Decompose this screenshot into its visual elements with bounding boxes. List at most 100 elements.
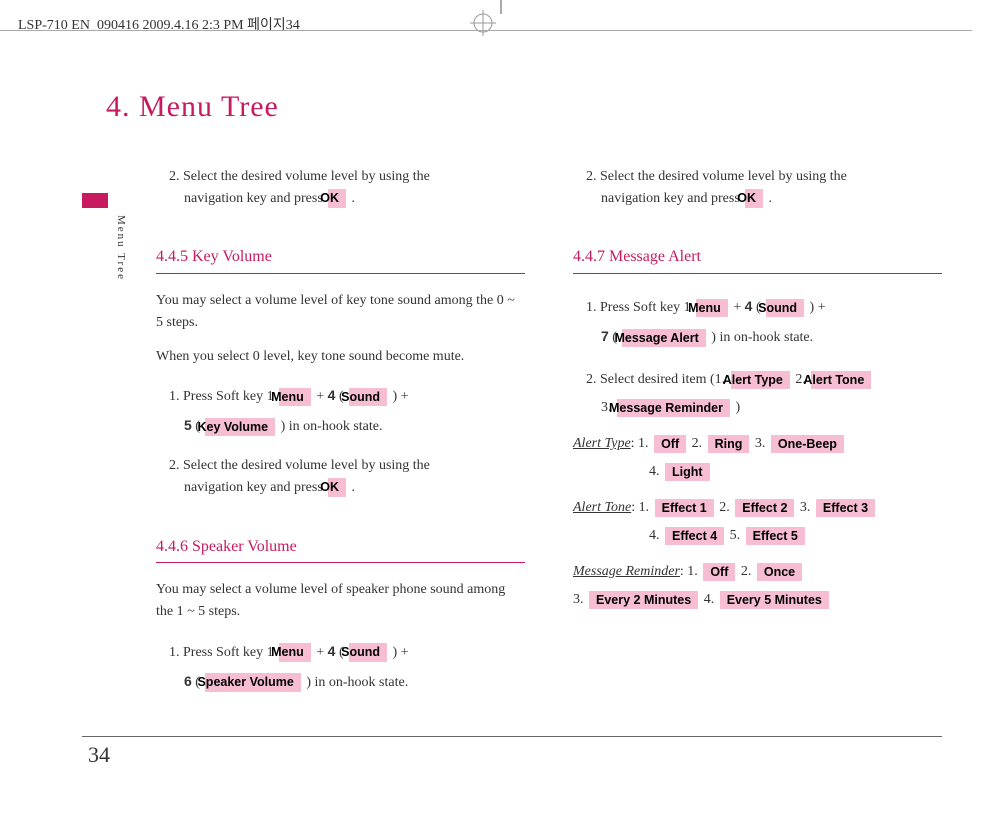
alert-type-button-label: Alert Type <box>731 371 790 390</box>
options-line: Message Reminder: 1. Off 2. Once 3. Ever… <box>573 558 942 614</box>
ok-button-label: OK <box>745 189 763 208</box>
text: ) <box>806 300 814 315</box>
option-every-5-minutes: Every 5 Minutes <box>720 591 829 610</box>
section-heading: 4.4.5 Key Volume <box>156 245 525 274</box>
side-tab-label: Menu Tree <box>115 215 127 281</box>
text: ) <box>277 419 285 434</box>
option-once: Once <box>757 563 802 582</box>
paragraph: You may select a volume level of speaker… <box>156 579 525 622</box>
step-text: 1. Press Soft key 1 Menu + 4 ( Sound ) +… <box>573 292 942 352</box>
option-effect1: Effect 1 <box>655 499 714 518</box>
ok-button-label: OK <box>328 478 346 497</box>
text: + <box>818 300 826 315</box>
step-text: 2. Select desired item (1. Alert Type 2.… <box>573 366 942 422</box>
paragraph: You may select a volume level of key ton… <box>156 290 525 333</box>
text: 2. Select the desired volume level by us… <box>169 169 430 184</box>
text: navigation key and press <box>184 191 326 206</box>
column-left: 2. Select the desired volume level by us… <box>156 152 525 705</box>
text: in on-hook state. <box>719 330 813 345</box>
step-text: 2. Select the desired volume level by us… <box>156 455 525 498</box>
text: 3. <box>755 436 769 451</box>
message-alert-button-label: Message Alert <box>622 329 705 348</box>
text: + <box>316 389 327 404</box>
speaker-volume-button-label: Speaker Volume <box>205 673 300 692</box>
text: ) <box>303 675 311 690</box>
text: 2. Select the desired volume level by us… <box>586 169 847 184</box>
menu-button-label: Menu <box>279 388 311 407</box>
menu-button-label: Menu <box>279 643 311 662</box>
side-tab-marker <box>82 193 108 208</box>
sound-button-label: Sound <box>349 643 387 662</box>
key-digit: 4 <box>328 387 336 403</box>
chapter-title: 4. Menu Tree <box>106 90 942 124</box>
text: 2. <box>741 564 755 579</box>
alert-tone-button-label: Alert Tone <box>811 371 871 390</box>
text: + <box>733 300 744 315</box>
document-page: Menu Tree 4. Menu Tree 2. Select the des… <box>0 10 1002 810</box>
sound-button-label: Sound <box>349 388 387 407</box>
text: 4. <box>649 528 663 543</box>
text: + <box>401 645 409 660</box>
option-ring: Ring <box>708 435 750 454</box>
text: + <box>316 645 327 660</box>
option-off: Off <box>703 563 735 582</box>
text: ) <box>389 645 397 660</box>
text: : 1. <box>631 436 652 451</box>
text: : 1. <box>680 564 701 579</box>
text: 4. <box>649 464 663 479</box>
text: 2. Select desired item (1. <box>586 372 729 387</box>
text: 2. <box>692 436 706 451</box>
text: ) <box>708 330 716 345</box>
text: 3. <box>573 592 587 607</box>
section-heading: 4.4.6 Speaker Volume <box>156 535 525 564</box>
section-heading: 4.4.7 Message Alert <box>573 245 942 274</box>
alert-type-label: Alert Type <box>573 436 631 451</box>
body-columns: 2. Select the desired volume level by us… <box>100 152 942 705</box>
text: in on-hook state. <box>289 419 383 434</box>
option-effect2: Effect 2 <box>735 499 794 518</box>
text: navigation key and press <box>601 191 743 206</box>
step-text: 2. Select the desired volume level by us… <box>156 166 525 209</box>
text: navigation key and press <box>184 480 326 495</box>
footer-rule <box>82 736 942 737</box>
option-effect4: Effect 4 <box>665 527 724 546</box>
key-digit: 4 <box>745 298 753 314</box>
menu-button-label: Menu <box>696 299 728 318</box>
text: . <box>352 480 356 495</box>
alert-tone-label: Alert Tone <box>573 500 631 515</box>
text: 1. Press Soft key 1 <box>586 300 694 315</box>
options-line: Alert Type: 1. Off 2. Ring 3. One-Beep 4… <box>573 430 942 486</box>
text: in on-hook state. <box>314 675 408 690</box>
options-line: Alert Tone: 1. Effect 1 2. Effect 2 3. E… <box>573 494 942 550</box>
text: 4. <box>704 592 718 607</box>
ok-button-label: OK <box>328 189 346 208</box>
key-digit: 4 <box>328 643 336 659</box>
text: 1. Press Soft key 1 <box>169 389 277 404</box>
text: + <box>401 389 409 404</box>
step-text: 1. Press Soft key 1 Menu + 4 ( Sound ) +… <box>156 381 525 441</box>
option-light: Light <box>665 463 710 482</box>
sound-button-label: Sound <box>766 299 804 318</box>
key-digit: 5 <box>184 417 192 433</box>
text: . <box>769 191 773 206</box>
text: 2. Select the desired volume level by us… <box>169 458 430 473</box>
text: 1. Press Soft key 1 <box>169 645 277 660</box>
text: ) <box>389 389 397 404</box>
key-digit: 6 <box>184 673 192 689</box>
text: : 1. <box>631 500 652 515</box>
text: ) <box>735 400 740 415</box>
option-effect5: Effect 5 <box>746 527 805 546</box>
page-number: 34 <box>88 742 110 768</box>
text: 3. <box>800 500 814 515</box>
step-text: 1. Press Soft key 1 Menu + 4 ( Sound ) +… <box>156 637 525 697</box>
option-effect3: Effect 3 <box>816 499 875 518</box>
option-off: Off <box>654 435 686 454</box>
step-text: 2. Select the desired volume level by us… <box>573 166 942 209</box>
key-volume-button-label: Key Volume <box>205 418 275 437</box>
paragraph: When you select 0 level, key tone sound … <box>156 346 525 368</box>
key-digit: 7 <box>601 328 609 344</box>
option-every-2-minutes: Every 2 Minutes <box>589 591 698 610</box>
message-reminder-button-label: Message Reminder <box>617 399 730 418</box>
column-right: 2. Select the desired volume level by us… <box>573 152 942 705</box>
text: 5. <box>730 528 744 543</box>
